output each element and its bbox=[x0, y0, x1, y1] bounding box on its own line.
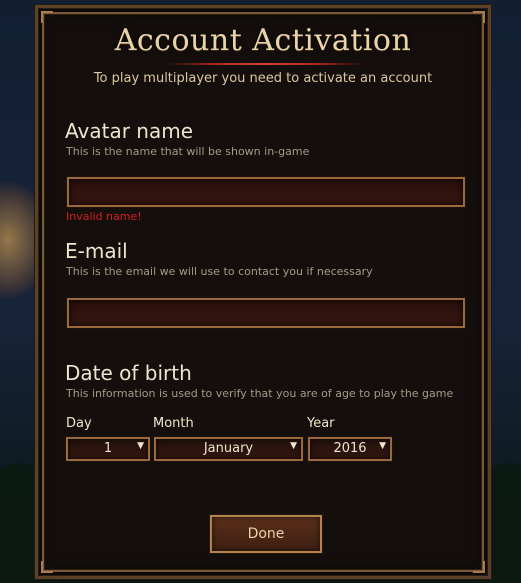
month-label: Month bbox=[153, 416, 194, 431]
chevron-down-icon: ▼ bbox=[379, 441, 386, 451]
dialog-subtitle: To play multiplayer you need to activate… bbox=[93, 71, 433, 86]
title-underline bbox=[168, 63, 364, 65]
email-description: This is the email we will use to contact… bbox=[66, 265, 373, 278]
year-label: Year bbox=[307, 416, 335, 431]
chevron-down-icon: ▼ bbox=[290, 441, 297, 451]
day-label: Day bbox=[66, 416, 92, 431]
month-select-value: January bbox=[203, 441, 254, 456]
day-select[interactable]: 1 ▼ bbox=[66, 437, 150, 461]
done-button[interactable]: Done bbox=[210, 515, 322, 553]
month-select[interactable]: January ▼ bbox=[154, 437, 303, 461]
date-of-birth-description: This information is used to verify that … bbox=[66, 387, 454, 400]
dialog-title: Account Activation bbox=[114, 23, 412, 58]
avatar-name-input[interactable] bbox=[67, 177, 465, 207]
date-of-birth-heading: Date of birth bbox=[65, 361, 192, 385]
account-activation-dialog: Account Activation To play multiplayer y… bbox=[35, 5, 491, 579]
frame-corner-ornament bbox=[41, 561, 53, 573]
dialog-frame bbox=[42, 12, 484, 572]
email-input[interactable] bbox=[67, 298, 465, 328]
avatar-name-error: Invalid name! bbox=[66, 210, 142, 223]
email-heading: E-mail bbox=[65, 239, 128, 263]
year-select-value: 2016 bbox=[333, 441, 367, 456]
frame-corner-ornament bbox=[41, 11, 53, 23]
day-select-value: 1 bbox=[103, 441, 113, 456]
chevron-down-icon: ▼ bbox=[137, 441, 144, 451]
frame-corner-ornament bbox=[473, 561, 485, 573]
frame-corner-ornament bbox=[473, 11, 485, 23]
avatar-name-heading: Avatar name bbox=[65, 119, 193, 143]
year-select[interactable]: 2016 ▼ bbox=[308, 437, 392, 461]
avatar-name-description: This is the name that will be shown in-g… bbox=[66, 145, 310, 158]
